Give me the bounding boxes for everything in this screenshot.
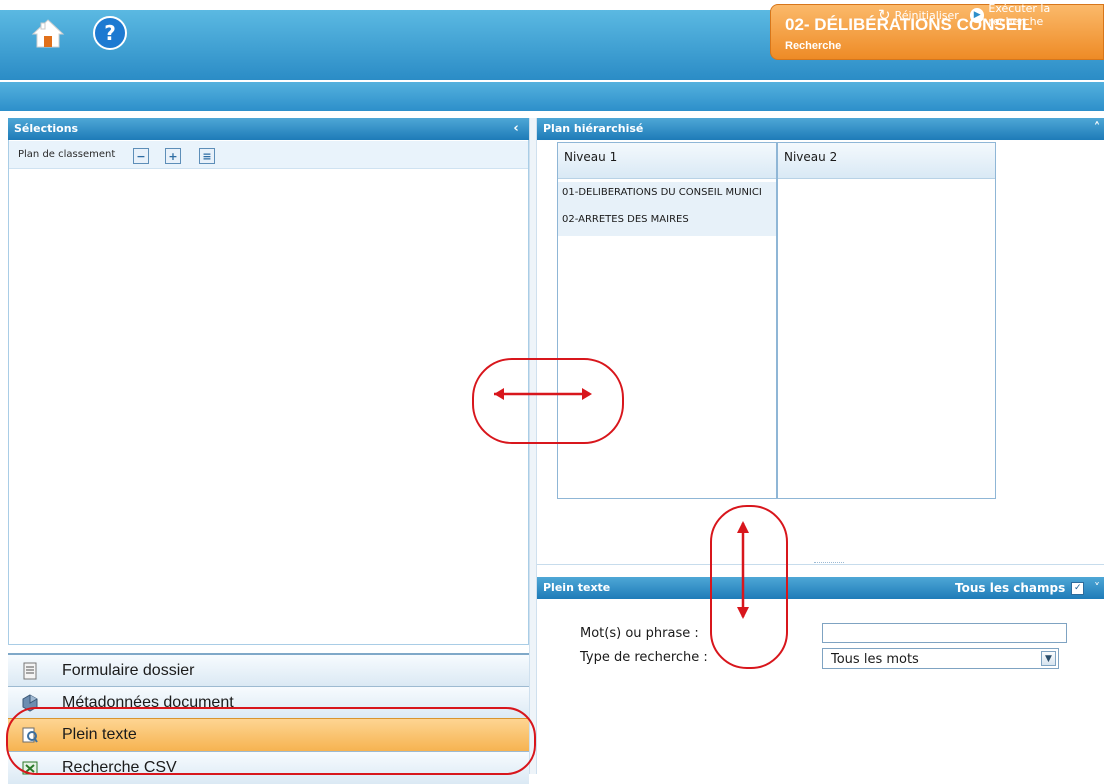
fulltext-title: Plein texte: [543, 581, 611, 594]
plan-header: Plan hiérarchisé: [537, 118, 1104, 140]
reset-label: Réinitialiser: [894, 8, 959, 22]
expand-all-icon[interactable]: +: [165, 148, 181, 164]
selections-title: Sélections: [14, 122, 79, 135]
list-item[interactable]: 02-ARRETES DES MAIRES: [558, 209, 776, 236]
collapse-all-icon[interactable]: −: [133, 148, 149, 164]
list-view-icon[interactable]: ≡: [199, 148, 215, 164]
selections-header: Sélections: [8, 118, 529, 140]
reset-button[interactable]: ↻ Réinitialiser: [878, 6, 959, 24]
svg-text:?: ?: [104, 21, 116, 45]
all-fields-toggle[interactable]: Tous les champs ✓: [955, 577, 1085, 599]
search-type-label: Type de recherche :: [580, 650, 708, 665]
list-item[interactable]: 01-DELIBERATIONS DU CONSEIL MUNICI: [558, 182, 776, 209]
search-type-value: Tous les mots: [831, 652, 919, 667]
module-subtitle: Recherche: [785, 40, 842, 52]
all-fields-label: Tous les champs: [955, 581, 1066, 595]
fulltext-highlight-annotation: [6, 707, 536, 775]
accordion-label: Formulaire dossier: [62, 661, 195, 679]
vertical-splitter[interactable]: [529, 118, 537, 774]
accordion-item-form[interactable]: Formulaire dossier: [8, 653, 529, 686]
collapse-left-icon[interactable]: ‹: [506, 118, 526, 140]
run-search-button[interactable]: ▶ Exécuter la recherche: [970, 2, 1104, 28]
column-header: Niveau 2: [778, 143, 995, 179]
checkbox-checked-icon[interactable]: ✓: [1071, 581, 1085, 595]
selections-panel: [8, 140, 529, 645]
play-icon: ▶: [970, 7, 985, 23]
words-input[interactable]: [822, 623, 1067, 643]
home-icon[interactable]: [30, 16, 66, 52]
search-type-select[interactable]: Tous les mots: [822, 648, 1059, 669]
chevron-down-icon[interactable]: ▼: [1041, 651, 1056, 666]
chevron-down-icon[interactable]: ˅: [1094, 577, 1104, 599]
collapse-up-icon[interactable]: ˄: [1090, 118, 1104, 140]
help-icon[interactable]: ?: [92, 15, 128, 51]
horizontal-splitter[interactable]: [814, 562, 844, 566]
form-icon: [22, 662, 38, 680]
refresh-icon: ↻: [878, 6, 891, 24]
column-header: Niveau 1: [558, 143, 776, 179]
level-2-column: Niveau 2: [777, 142, 996, 499]
resize-vertical-annotation: [710, 505, 788, 669]
words-label: Mot(s) ou phrase :: [580, 626, 699, 641]
plan-title: Plan hiérarchisé: [543, 122, 644, 135]
level-1-column: Niveau 1 01-DELIBERATIONS DU CONSEIL MUN…: [557, 142, 777, 499]
classification-plan-label: Plan de classement: [18, 149, 116, 160]
search-toolbar: [0, 82, 1104, 111]
resize-horizontal-annotation: [472, 358, 624, 444]
run-search-label: Exécuter la recherche: [988, 2, 1051, 28]
